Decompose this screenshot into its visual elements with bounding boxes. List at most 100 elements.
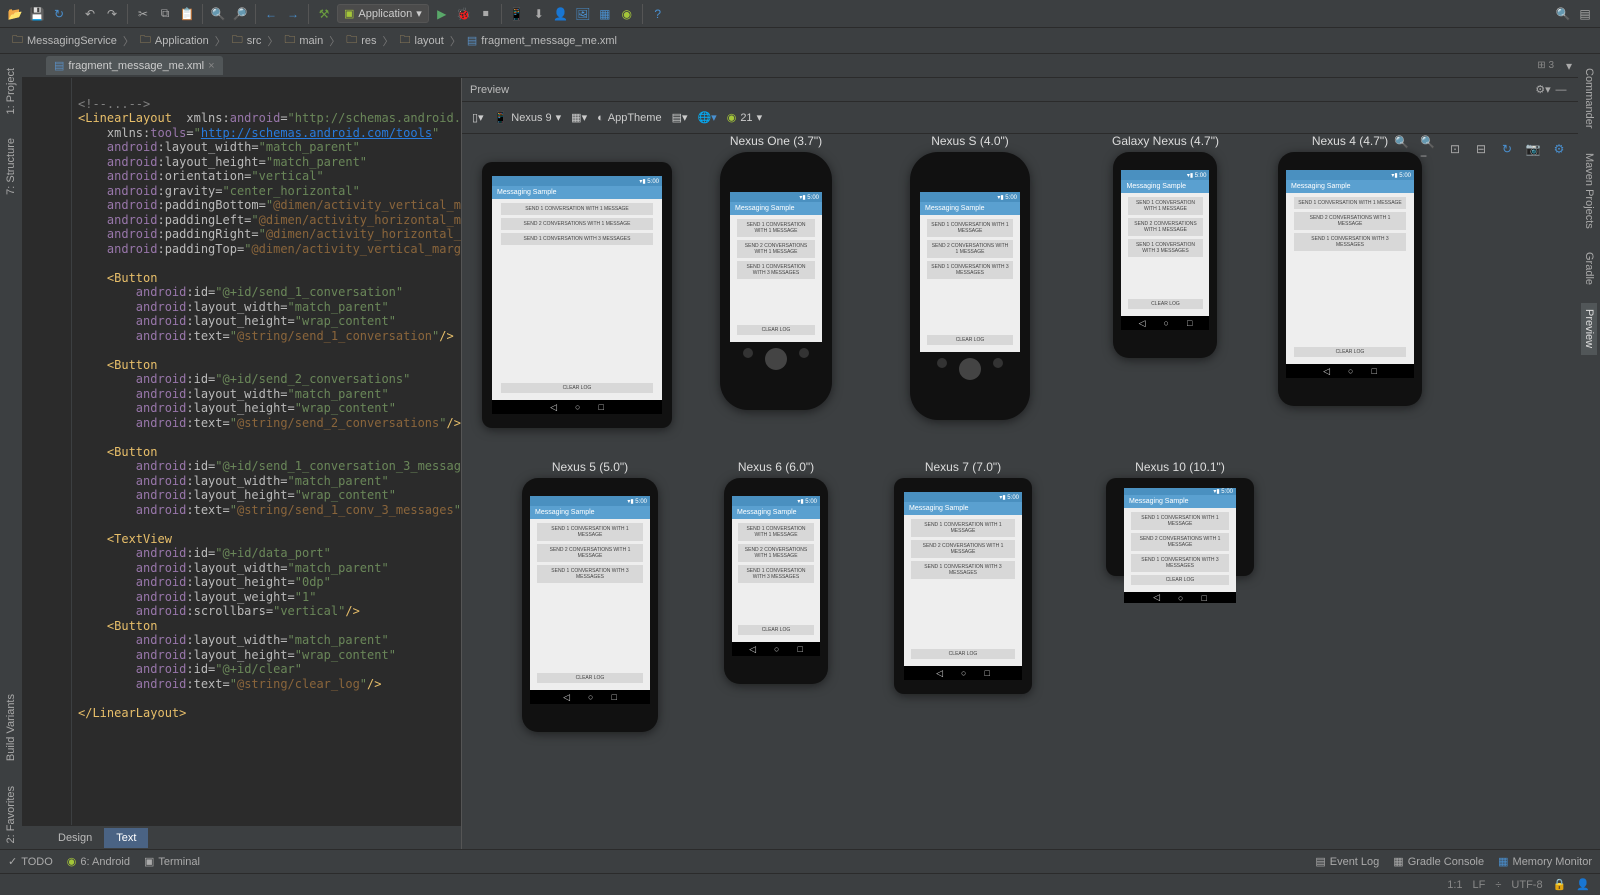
theme-selector[interactable]: ◐ AppTheme: [597, 112, 661, 124]
tool-favorites[interactable]: 2: Favorites: [3, 780, 19, 849]
save-icon[interactable]: 💾: [28, 5, 46, 23]
forward-icon[interactable]: →: [284, 5, 302, 23]
user-icon[interactable]: ▤: [1576, 5, 1594, 23]
left-tool-bar: 1: Project 7: Structure Build Variants 2…: [0, 54, 22, 849]
tab-design[interactable]: Design: [46, 828, 104, 848]
preview-pane: Preview ⚙▾ — ▯▾ 📱 Nexus 9 ▾ ▦▾ ◐ AppThem…: [462, 78, 1578, 849]
crumb-layout[interactable]: 🗀layout: [396, 29, 448, 52]
device-preview[interactable]: Nexus 10 (10.1")▾▮ 5:00Messaging SampleS…: [1106, 460, 1254, 576]
replace-icon[interactable]: 🔎: [231, 5, 249, 23]
sdk-icon[interactable]: ⬇: [530, 5, 548, 23]
tool-build-variants[interactable]: Build Variants: [3, 688, 19, 767]
run-icon[interactable]: ▶: [433, 5, 451, 23]
crumb-res[interactable]: 🗀res: [342, 29, 380, 52]
tool-project[interactable]: 1: Project: [3, 62, 19, 120]
run-config-selector[interactable]: ▣ Application ▾: [337, 4, 429, 23]
search-icon[interactable]: 🔍: [1554, 5, 1572, 23]
paste-icon[interactable]: 📋: [178, 5, 196, 23]
folder-icon: 🗀: [284, 31, 295, 50]
refresh-icon[interactable]: ↻: [1498, 140, 1516, 158]
activity-selector[interactable]: ▤▾: [672, 111, 688, 124]
monitor-icon[interactable]: 👤: [552, 5, 570, 23]
tool-preview[interactable]: Preview: [1581, 303, 1597, 354]
device-preview[interactable]: Nexus 4 (4.7")▾▮ 5:00Messaging SampleSEN…: [1278, 134, 1422, 406]
zoom-fit-icon[interactable]: ⊡: [1446, 140, 1464, 158]
stop-icon[interactable]: ⏹: [477, 5, 495, 23]
close-tab-icon[interactable]: ×: [208, 60, 214, 72]
preview-title-bar: Preview ⚙▾ —: [462, 78, 1578, 102]
file-tab-label: fragment_message_me.xml: [68, 60, 204, 72]
line-ending[interactable]: LF: [1473, 879, 1486, 891]
device-selector[interactable]: 📱 Nexus 9 ▾: [494, 111, 562, 124]
code-editor[interactable]: <!--...--> <LinearLayout xmlns:android="…: [22, 78, 461, 825]
preview-toolbar: ▯▾ 📱 Nexus 9 ▾ ▦▾ ◐ AppTheme ▤▾ 🌐▾ ◉21▾: [462, 102, 1578, 134]
android-head-icon[interactable]: ◉: [618, 5, 636, 23]
tool-todo[interactable]: ✓ TODO: [8, 855, 53, 868]
minimize-icon[interactable]: —: [1552, 81, 1570, 99]
locale-selector[interactable]: 🌐▾: [697, 111, 716, 124]
device-label: Nexus 10 (10.1"): [1106, 460, 1254, 474]
device-preview[interactable]: Nexus 7 (7.0")▾▮ 5:00Messaging SampleSEN…: [894, 460, 1032, 694]
file-tab-active[interactable]: ▤ fragment_message_me.xml ×: [46, 56, 223, 75]
open-icon[interactable]: 📂: [6, 5, 24, 23]
breadcrumb-bar: 🗀MessagingService〉 🗀Application〉 🗀src〉 🗀…: [0, 28, 1600, 54]
tab-dropdown-icon[interactable]: ▾: [1560, 57, 1578, 75]
zoom-out-icon[interactable]: 🔍−: [1420, 140, 1438, 158]
tool-terminal[interactable]: ▣ Terminal: [144, 855, 200, 868]
config-selector[interactable]: ▦▾: [571, 111, 587, 124]
crumb-module[interactable]: 🗀Application: [136, 29, 213, 52]
tool-event-log[interactable]: ▤ Event Log: [1315, 855, 1379, 868]
tool-gradle[interactable]: Gradle: [1581, 246, 1597, 291]
zoom-actual-icon[interactable]: ⊟: [1472, 140, 1490, 158]
folder-icon: 🗀: [346, 31, 357, 50]
device-label: Nexus One (3.7"): [720, 134, 832, 148]
tool-android[interactable]: ◉ 6: Android: [67, 855, 130, 868]
device-label: Nexus S (4.0"): [910, 134, 1030, 148]
device-preview[interactable]: Nexus S (4.0")▾▮ 5:00Messaging SampleSEN…: [910, 134, 1030, 420]
screenshot-icon[interactable]: 🖼: [574, 5, 592, 23]
find-icon[interactable]: 🔍: [209, 5, 227, 23]
tool-memory[interactable]: ▦ Memory Monitor: [1498, 855, 1592, 868]
tool-structure[interactable]: 7: Structure: [3, 132, 19, 201]
device-label: Nexus 6 (6.0"): [724, 460, 828, 474]
xml-file-icon: ▤: [467, 34, 477, 47]
encoding[interactable]: UTF-8: [1511, 879, 1542, 891]
api-selector[interactable]: ◉21▾: [727, 111, 762, 124]
tool-commander[interactable]: Commander: [1581, 62, 1597, 135]
tool-maven[interactable]: Maven Projects: [1581, 147, 1597, 235]
device-preview[interactable]: Nexus 5 (5.0")▾▮ 5:00Messaging SampleSEN…: [522, 460, 658, 732]
chevron-down-icon: ▾: [416, 7, 422, 20]
redo-icon[interactable]: ↷: [103, 5, 121, 23]
run-config-label: Application: [358, 8, 412, 20]
tool-gradle-console[interactable]: ▦ Gradle Console: [1393, 855, 1484, 868]
gear-icon[interactable]: ⚙▾: [1534, 81, 1552, 99]
folder-icon: 🗀: [140, 31, 151, 50]
undo-icon[interactable]: ↶: [81, 5, 99, 23]
cursor-position: 1:1: [1447, 879, 1462, 891]
preview-canvas[interactable]: 🔍+ 🔍− ⊡ ⊟ ↻ 📷 ⚙ ▾▮ 5:00Messaging SampleS…: [462, 134, 1578, 849]
crumb-project[interactable]: 🗀MessagingService: [8, 29, 121, 52]
device-orientation-selector[interactable]: ▯▾: [472, 111, 484, 124]
device-preview[interactable]: Galaxy Nexus (4.7")▾▮ 5:00Messaging Samp…: [1112, 134, 1219, 358]
lock-icon[interactable]: 🔒: [1553, 878, 1567, 891]
back-icon[interactable]: ←: [262, 5, 280, 23]
device-preview[interactable]: Nexus One (3.7")▾▮ 5:00Messaging SampleS…: [720, 134, 832, 410]
build-icon[interactable]: ⚒: [315, 5, 333, 23]
camera-icon[interactable]: 📷: [1524, 140, 1542, 158]
debug-icon[interactable]: 🐞: [455, 5, 473, 23]
device-preview[interactable]: Nexus 6 (6.0")▾▮ 5:00Messaging SampleSEN…: [724, 460, 828, 684]
tab-text[interactable]: Text: [104, 828, 148, 848]
cut-icon[interactable]: ✂: [134, 5, 152, 23]
crumb-main[interactable]: 🗀main: [280, 29, 327, 52]
device-preview[interactable]: ▾▮ 5:00Messaging SampleSEND 1 CONVERSATI…: [482, 144, 672, 428]
folder-icon: 🗀: [232, 31, 243, 50]
layout-icon[interactable]: ▦: [596, 5, 614, 23]
sync-icon[interactable]: ↻: [50, 5, 68, 23]
crumb-src[interactable]: 🗀src: [228, 29, 266, 52]
help-icon[interactable]: ?: [649, 5, 667, 23]
copy-icon[interactable]: ⧉: [156, 5, 174, 23]
settings-icon[interactable]: ⚙: [1550, 140, 1568, 158]
avd-icon[interactable]: 📱: [508, 5, 526, 23]
crumb-file[interactable]: ▤fragment_message_me.xml: [463, 32, 621, 49]
inspector-icon[interactable]: 👤: [1576, 878, 1590, 891]
